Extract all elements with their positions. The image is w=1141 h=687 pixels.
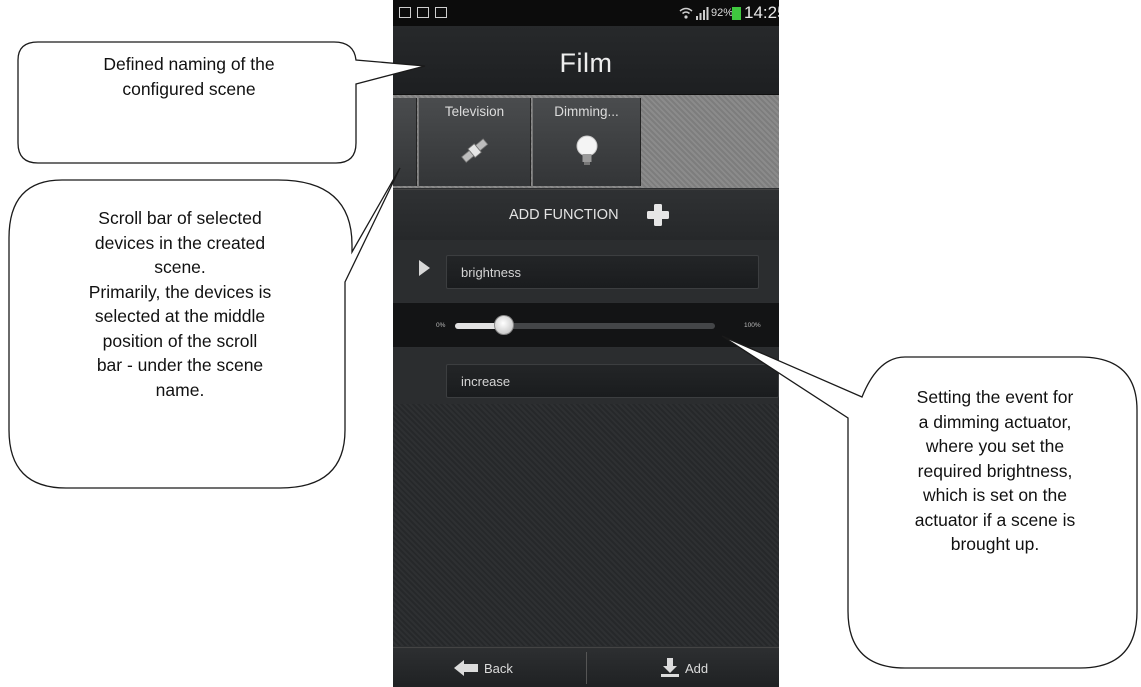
- callout-dimming-event: Setting the event for a dimming actuator…: [914, 387, 1076, 554]
- callout-scene-name: Defined naming of the configured scene: [103, 54, 275, 99]
- callout-scroll-bar: Scroll bar of selected devices in the cr…: [88, 208, 272, 400]
